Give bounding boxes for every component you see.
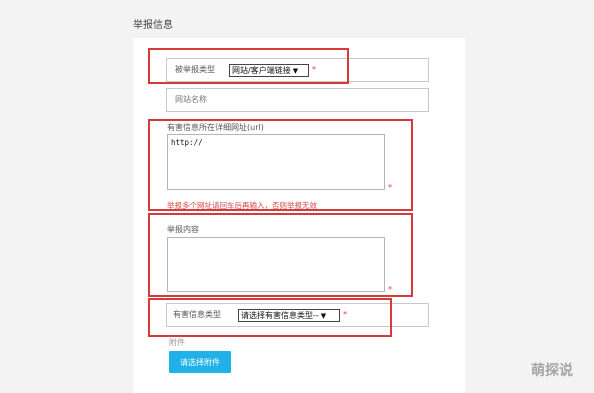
highlight-harm-type [148,298,392,337]
highlight-report-type [148,48,349,84]
choose-attachment-button[interactable]: 请选择附件 [169,351,231,373]
site-name-placeholder: 网站名称 [175,95,207,104]
attachment-label: 附件 [169,338,185,347]
page-title: 举报信息 [133,20,173,31]
highlight-content [148,213,413,297]
watermark-logo: 萌探说 [531,363,573,379]
highlight-url [148,119,413,211]
